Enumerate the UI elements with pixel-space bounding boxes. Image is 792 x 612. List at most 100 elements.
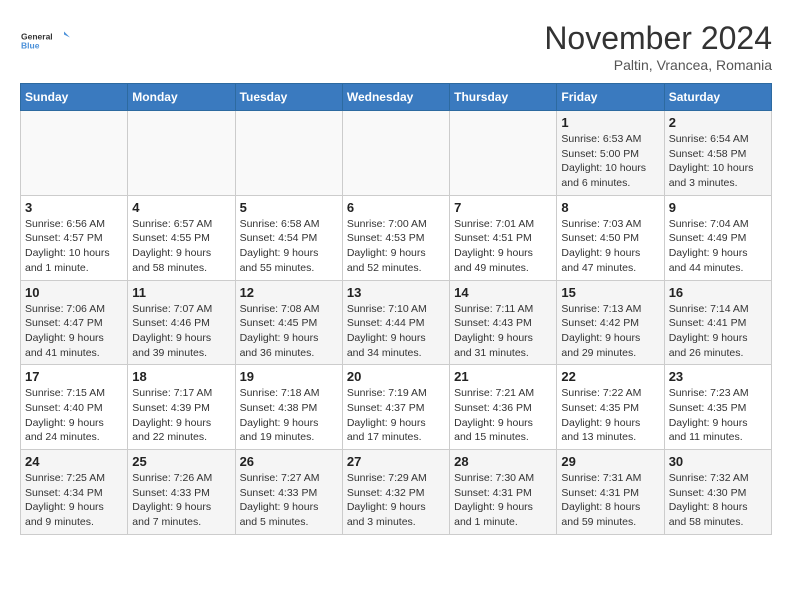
- day-number: 12: [240, 285, 338, 300]
- day-info: Sunrise: 7:08 AM Sunset: 4:45 PM Dayligh…: [240, 302, 338, 361]
- calendar-cell: [128, 111, 235, 196]
- day-number: 29: [561, 454, 659, 469]
- calendar-cell: [342, 111, 449, 196]
- day-number: 17: [25, 369, 123, 384]
- day-info: Sunrise: 7:26 AM Sunset: 4:33 PM Dayligh…: [132, 471, 230, 530]
- calendar-cell: 16Sunrise: 7:14 AM Sunset: 4:41 PM Dayli…: [664, 280, 771, 365]
- day-number: 30: [669, 454, 767, 469]
- calendar-cell: 28 Sunrise: 7:30 AM Sunset: 4:31 PM Dayli…: [450, 450, 557, 535]
- calendar-cell: 12 Sunrise: 7:08 AM Sunset: 4:45 PM Dayli…: [235, 280, 342, 365]
- day-info: Sunrise: 7:11 AM Sunset: 4:43 PM Dayligh…: [454, 302, 552, 361]
- day-info: Sunrise: 7:19 AM Sunset: 4:37 PM Dayligh…: [347, 386, 445, 445]
- calendar-cell: 9 Sunrise: 7:04 AM Sunset: 4:49 PM Daylig…: [664, 195, 771, 280]
- calendar-cell: [450, 111, 557, 196]
- day-number: 9: [669, 200, 767, 215]
- day-number: 4: [132, 200, 230, 215]
- day-number: 24: [25, 454, 123, 469]
- calendar-cell: 21Sunrise: 7:21 AM Sunset: 4:36 PM Dayli…: [450, 365, 557, 450]
- calendar-cell: 25 Sunrise: 7:26 AM Sunset: 4:33 PM Dayli…: [128, 450, 235, 535]
- day-info: Sunrise: 7:15 AM Sunset: 4:40 PM Dayligh…: [25, 386, 123, 445]
- page-header: General Blue November 2024 Paltin, Vranc…: [20, 20, 772, 73]
- day-info: Sunrise: 7:29 AM Sunset: 4:32 PM Dayligh…: [347, 471, 445, 530]
- weekday-header-friday: Friday: [557, 84, 664, 111]
- title-block: November 2024 Paltin, Vrancea, Romania: [544, 20, 772, 73]
- day-info: Sunrise: 7:27 AM Sunset: 4:33 PM Dayligh…: [240, 471, 338, 530]
- weekday-header-thursday: Thursday: [450, 84, 557, 111]
- day-info: Sunrise: 7:10 AM Sunset: 4:44 PM Dayligh…: [347, 302, 445, 361]
- day-number: 25: [132, 454, 230, 469]
- day-number: 26: [240, 454, 338, 469]
- calendar-cell: 3 Sunrise: 6:56 AM Sunset: 4:57 PM Daylig…: [21, 195, 128, 280]
- day-number: 2: [669, 115, 767, 130]
- calendar-cell: 22 Sunrise: 7:22 AM Sunset: 4:35 PM Dayli…: [557, 365, 664, 450]
- day-number: 5: [240, 200, 338, 215]
- month-title: November 2024: [544, 20, 772, 57]
- calendar-cell: 11Sunrise: 7:07 AM Sunset: 4:46 PM Dayli…: [128, 280, 235, 365]
- day-info: Sunrise: 7:03 AM Sunset: 4:50 PM Dayligh…: [561, 217, 659, 276]
- day-info: Sunrise: 7:30 AM Sunset: 4:31 PM Dayligh…: [454, 471, 552, 530]
- day-info: Sunrise: 7:31 AM Sunset: 4:31 PM Dayligh…: [561, 471, 659, 530]
- day-info: Sunrise: 7:32 AM Sunset: 4:30 PM Dayligh…: [669, 471, 767, 530]
- calendar-cell: 29 Sunrise: 7:31 AM Sunset: 4:31 PM Dayli…: [557, 450, 664, 535]
- day-info: Sunrise: 7:17 AM Sunset: 4:39 PM Dayligh…: [132, 386, 230, 445]
- logo-svg: General Blue: [20, 20, 70, 62]
- calendar-cell: 20 Sunrise: 7:19 AM Sunset: 4:37 PM Dayli…: [342, 365, 449, 450]
- day-number: 1: [561, 115, 659, 130]
- day-info: Sunrise: 7:01 AM Sunset: 4:51 PM Dayligh…: [454, 217, 552, 276]
- day-number: 8: [561, 200, 659, 215]
- day-info: Sunrise: 6:54 AM Sunset: 4:58 PM Dayligh…: [669, 132, 767, 191]
- day-info: Sunrise: 6:57 AM Sunset: 4:55 PM Dayligh…: [132, 217, 230, 276]
- day-info: Sunrise: 7:22 AM Sunset: 4:35 PM Dayligh…: [561, 386, 659, 445]
- calendar-cell: 8 Sunrise: 7:03 AM Sunset: 4:50 PM Daylig…: [557, 195, 664, 280]
- day-number: 10: [25, 285, 123, 300]
- calendar-cell: 13 Sunrise: 7:10 AM Sunset: 4:44 PM Dayli…: [342, 280, 449, 365]
- day-info: Sunrise: 7:18 AM Sunset: 4:38 PM Dayligh…: [240, 386, 338, 445]
- calendar-cell: 5 Sunrise: 6:58 AM Sunset: 4:54 PM Daylig…: [235, 195, 342, 280]
- calendar-cell: 23Sunrise: 7:23 AM Sunset: 4:35 PM Dayli…: [664, 365, 771, 450]
- day-info: Sunrise: 7:00 AM Sunset: 4:53 PM Dayligh…: [347, 217, 445, 276]
- day-number: 11: [132, 285, 230, 300]
- day-info: Sunrise: 7:13 AM Sunset: 4:42 PM Dayligh…: [561, 302, 659, 361]
- svg-text:Blue: Blue: [21, 41, 40, 51]
- day-info: Sunrise: 7:04 AM Sunset: 4:49 PM Dayligh…: [669, 217, 767, 276]
- weekday-header-tuesday: Tuesday: [235, 84, 342, 111]
- calendar-cell: 14 Sunrise: 7:11 AM Sunset: 4:43 PM Dayli…: [450, 280, 557, 365]
- day-number: 15: [561, 285, 659, 300]
- logo: General Blue: [20, 20, 70, 62]
- day-number: 27: [347, 454, 445, 469]
- calendar-cell: 2 Sunrise: 6:54 AM Sunset: 4:58 PM Daylig…: [664, 111, 771, 196]
- day-number: 19: [240, 369, 338, 384]
- weekday-header-saturday: Saturday: [664, 84, 771, 111]
- calendar-cell: 24 Sunrise: 7:25 AM Sunset: 4:34 PM Dayli…: [21, 450, 128, 535]
- weekday-header-monday: Monday: [128, 84, 235, 111]
- day-number: 18: [132, 369, 230, 384]
- day-number: 6: [347, 200, 445, 215]
- day-number: 28: [454, 454, 552, 469]
- calendar-table: SundayMondayTuesdayWednesdayThursdayFrid…: [20, 83, 772, 535]
- calendar-cell: [21, 111, 128, 196]
- calendar-cell: 10Sunrise: 7:06 AM Sunset: 4:47 PM Dayli…: [21, 280, 128, 365]
- day-number: 13: [347, 285, 445, 300]
- calendar-cell: 7 Sunrise: 7:01 AM Sunset: 4:51 PM Daylig…: [450, 195, 557, 280]
- day-number: 22: [561, 369, 659, 384]
- location: Paltin, Vrancea, Romania: [544, 57, 772, 73]
- calendar-cell: 15 Sunrise: 7:13 AM Sunset: 4:42 PM Dayli…: [557, 280, 664, 365]
- calendar-cell: 30 Sunrise: 7:32 AM Sunset: 4:30 PM Dayli…: [664, 450, 771, 535]
- day-info: Sunrise: 7:25 AM Sunset: 4:34 PM Dayligh…: [25, 471, 123, 530]
- calendar-cell: 27 Sunrise: 7:29 AM Sunset: 4:32 PM Dayli…: [342, 450, 449, 535]
- day-number: 3: [25, 200, 123, 215]
- svg-text:General: General: [21, 32, 53, 42]
- day-info: Sunrise: 6:58 AM Sunset: 4:54 PM Dayligh…: [240, 217, 338, 276]
- day-number: 7: [454, 200, 552, 215]
- day-number: 23: [669, 369, 767, 384]
- day-number: 14: [454, 285, 552, 300]
- weekday-header-sunday: Sunday: [21, 84, 128, 111]
- calendar-cell: 1 Sunrise: 6:53 AM Sunset: 5:00 PM Daylig…: [557, 111, 664, 196]
- weekday-header-wednesday: Wednesday: [342, 84, 449, 111]
- day-info: Sunrise: 6:53 AM Sunset: 5:00 PM Dayligh…: [561, 132, 659, 191]
- calendar-cell: [235, 111, 342, 196]
- calendar-cell: 19 Sunrise: 7:18 AM Sunset: 4:38 PM Dayli…: [235, 365, 342, 450]
- day-info: Sunrise: 6:56 AM Sunset: 4:57 PM Dayligh…: [25, 217, 123, 276]
- day-number: 16: [669, 285, 767, 300]
- day-number: 20: [347, 369, 445, 384]
